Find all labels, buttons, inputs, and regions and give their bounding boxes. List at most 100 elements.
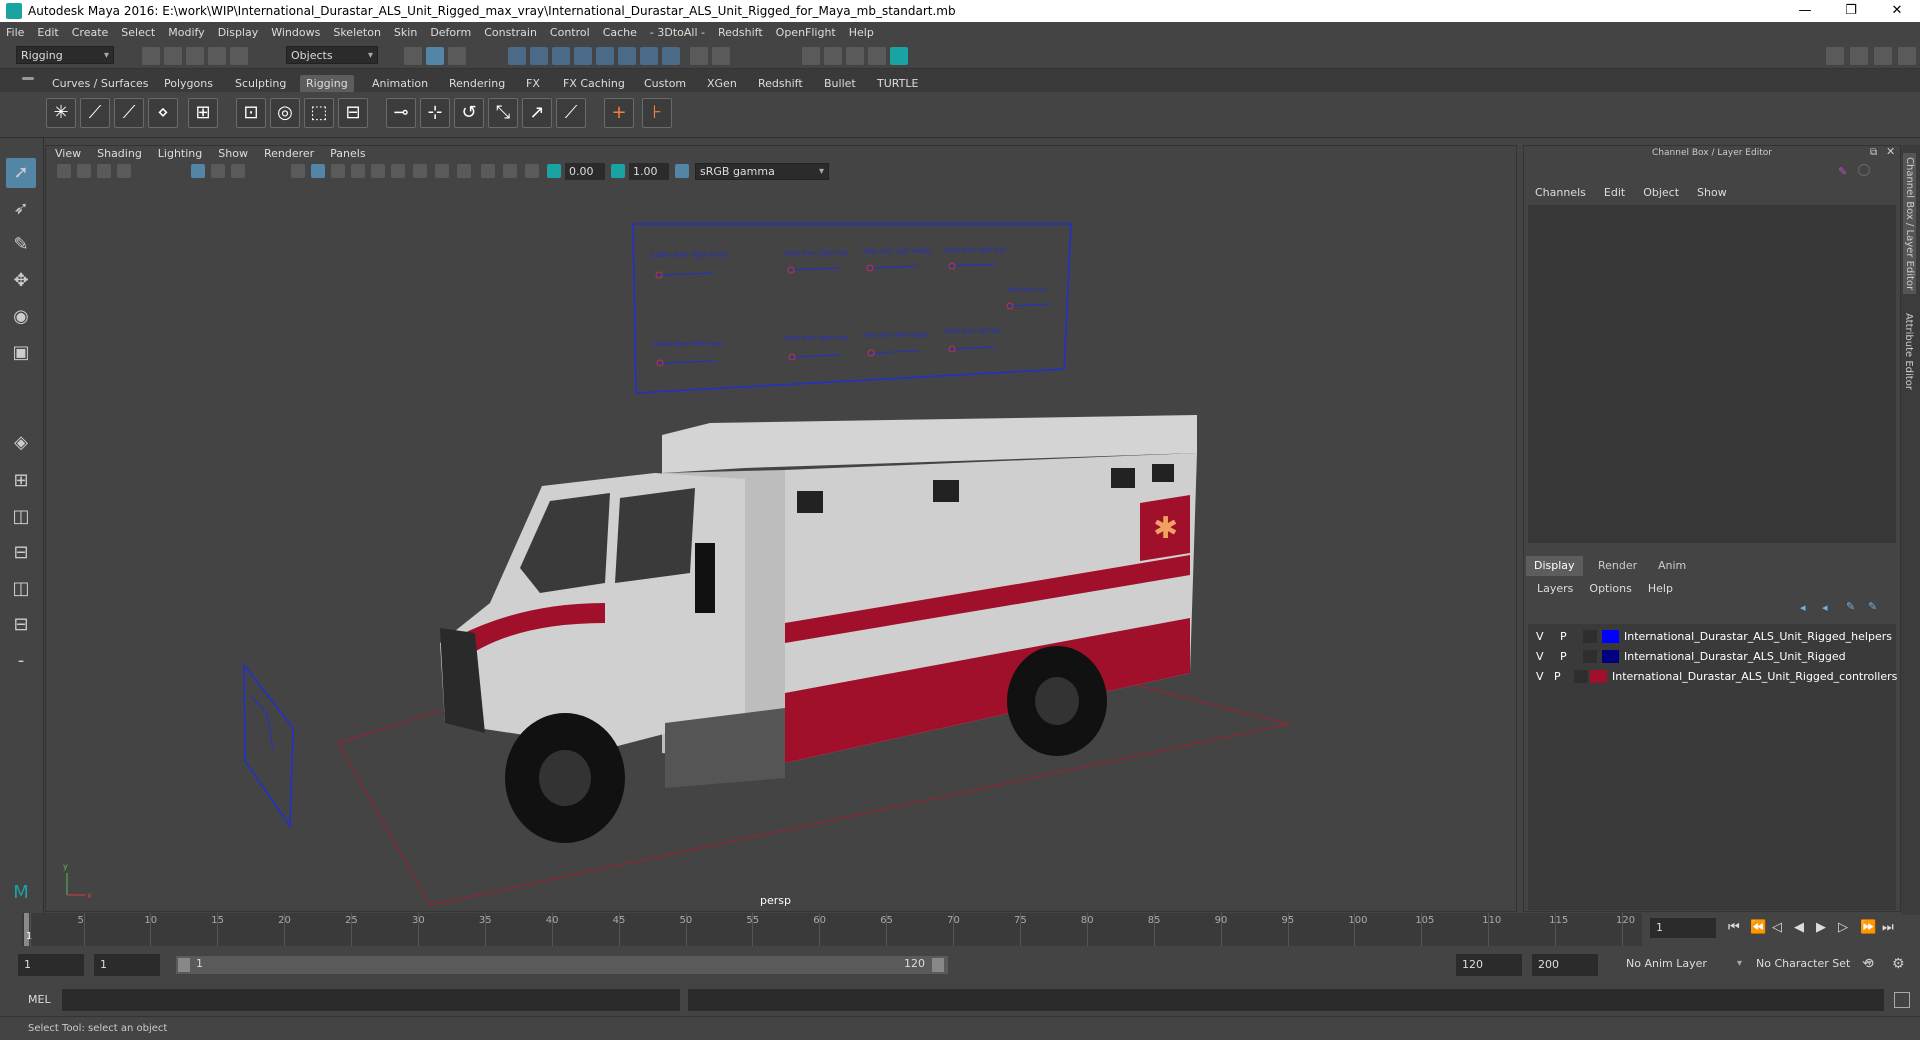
layer-menu-layers[interactable]: Layers bbox=[1537, 582, 1573, 595]
menuset-dropdown[interactable]: Rigging bbox=[16, 46, 114, 65]
exposure-field[interactable]: 0.00 bbox=[565, 163, 605, 180]
four-view-layout-icon[interactable]: ⊞ bbox=[6, 466, 36, 496]
point-constraint-icon[interactable]: ⊹ bbox=[420, 98, 450, 128]
textured-icon[interactable] bbox=[331, 164, 345, 178]
select-object-icon[interactable] bbox=[426, 47, 444, 65]
color-management-icon[interactable] bbox=[675, 164, 689, 178]
more-layouts-icon[interactable]: - bbox=[6, 646, 36, 676]
vp-menu-renderer[interactable]: Renderer bbox=[264, 147, 314, 160]
snap-projected-icon[interactable] bbox=[574, 47, 592, 65]
select-by-type-icon[interactable] bbox=[712, 47, 730, 65]
step-back-key-icon[interactable]: ⏪ bbox=[1750, 920, 1766, 935]
shelf-menu-icon[interactable] bbox=[22, 77, 34, 80]
tab-fx-caching[interactable]: FX Caching bbox=[557, 75, 631, 92]
layer-playback-toggle[interactable]: P bbox=[1560, 650, 1567, 663]
persp-hypershade-layout-icon[interactable]: ◫ bbox=[6, 574, 36, 604]
current-frame-field[interactable]: 1 bbox=[1650, 918, 1716, 938]
maximize-button[interactable]: ❐ bbox=[1828, 0, 1874, 22]
cb-menu-show[interactable]: Show bbox=[1697, 186, 1727, 199]
new-scene-icon[interactable] bbox=[142, 47, 160, 65]
anim-end-field[interactable]: 120 bbox=[1456, 954, 1522, 976]
go-to-start-icon[interactable]: ⏮ bbox=[1728, 920, 1740, 935]
menu-skeleton[interactable]: Skeleton bbox=[333, 26, 381, 39]
render-frame-icon[interactable] bbox=[824, 47, 842, 65]
menu-constrain[interactable]: Constrain bbox=[484, 26, 537, 39]
ik-handle-icon[interactable]: ⟋ bbox=[80, 98, 110, 128]
viewport-scene[interactable]: Cabin door right front Body door right f… bbox=[45, 183, 1517, 912]
snap-grid-icon[interactable] bbox=[508, 47, 526, 65]
aim-constraint-icon[interactable]: ↗ bbox=[522, 98, 552, 128]
xray-joints-icon[interactable] bbox=[525, 164, 539, 178]
play-forwards-icon[interactable]: ▶ bbox=[1816, 920, 1826, 935]
resolution-gate-icon[interactable] bbox=[231, 164, 245, 178]
step-back-frame-icon[interactable]: ◁ bbox=[1772, 920, 1782, 935]
control-slider-body-front-left[interactable] bbox=[789, 354, 842, 358]
camera-icon[interactable] bbox=[57, 164, 71, 178]
time-slider[interactable]: 1 51015202530354045505560657075808590951… bbox=[22, 913, 1642, 946]
control-slider-cab-front-right[interactable] bbox=[656, 272, 714, 276]
tab-rendering[interactable]: Rendering bbox=[443, 75, 511, 92]
script-editor-icon[interactable] bbox=[1894, 992, 1910, 1008]
move-tool-icon[interactable]: ✥ bbox=[6, 266, 36, 296]
smooth-shade-icon[interactable] bbox=[311, 164, 325, 178]
cb-menu-edit[interactable]: Edit bbox=[1604, 186, 1625, 199]
tab-custom[interactable]: Custom bbox=[638, 75, 692, 92]
vp-menu-panels[interactable]: Panels bbox=[330, 147, 365, 160]
orient-constraint-icon[interactable]: ↺ bbox=[454, 98, 484, 128]
shadows-icon[interactable] bbox=[371, 164, 385, 178]
persp-outliner-layout-icon[interactable]: ◫ bbox=[6, 502, 36, 532]
snap-view-plane-icon[interactable] bbox=[596, 47, 614, 65]
make-live-icon[interactable] bbox=[618, 47, 636, 65]
tab-animation[interactable]: Animation bbox=[366, 75, 434, 92]
rotate-tool-icon[interactable]: ◉ bbox=[6, 302, 36, 332]
open-scene-icon[interactable] bbox=[164, 47, 182, 65]
layer-row[interactable]: V P International_Durastar_ALS_Unit_Rigg… bbox=[1528, 627, 1896, 646]
layer-row[interactable]: V P International_Durastar_ALS_Unit_Rigg… bbox=[1528, 647, 1896, 666]
cb-menu-object[interactable]: Object bbox=[1643, 186, 1679, 199]
menu-display[interactable]: Display bbox=[218, 26, 259, 39]
menu-edit[interactable]: Edit bbox=[37, 26, 58, 39]
vp-menu-shading[interactable]: Shading bbox=[97, 147, 142, 160]
close-button[interactable]: ✕ bbox=[1874, 0, 1920, 22]
select-tool-icon[interactable]: ➚ bbox=[6, 158, 36, 188]
minimize-button[interactable]: — bbox=[1782, 0, 1828, 22]
snap-curve-icon[interactable] bbox=[530, 47, 548, 65]
tab-polygons[interactable]: Polygons bbox=[158, 75, 219, 92]
cb-menu-channels[interactable]: Channels bbox=[1535, 186, 1586, 199]
exposure-icon[interactable] bbox=[547, 164, 561, 178]
layer-color-swatch[interactable] bbox=[1602, 650, 1619, 663]
color-space-dropdown[interactable]: sRGB gamma bbox=[695, 163, 829, 180]
auto-key-icon[interactable]: ⟲ bbox=[1862, 956, 1874, 972]
control-slider-body-rear-left[interactable] bbox=[949, 346, 996, 350]
film-gate-icon[interactable] bbox=[211, 164, 225, 178]
gamma-field[interactable]: 1.00 bbox=[629, 163, 669, 180]
scene-start-field[interactable]: 1 bbox=[18, 954, 84, 976]
hypershade-icon[interactable] bbox=[890, 47, 908, 65]
scene-end-field[interactable]: 200 bbox=[1532, 954, 1598, 976]
single-perspective-layout-icon[interactable]: ◈ bbox=[6, 428, 36, 458]
select-component-icon[interactable] bbox=[448, 47, 466, 65]
layer-display-type[interactable] bbox=[1574, 670, 1588, 683]
camera-attributes-icon[interactable] bbox=[77, 164, 91, 178]
lattice-icon[interactable]: ⬚ bbox=[304, 98, 334, 128]
save-scene-icon[interactable] bbox=[186, 47, 204, 65]
menu-help[interactable]: Help bbox=[849, 26, 874, 39]
vp-menu-show[interactable]: Show bbox=[218, 147, 248, 160]
layer-playback-toggle[interactable]: P bbox=[1554, 670, 1561, 683]
tab-sculpting[interactable]: Sculpting bbox=[229, 75, 292, 92]
ambient-occlusion-icon[interactable] bbox=[391, 164, 405, 178]
range-end-handle[interactable] bbox=[932, 958, 944, 972]
layer-visibility-toggle[interactable]: V bbox=[1536, 650, 1544, 663]
select-hierarchy-icon[interactable] bbox=[404, 47, 422, 65]
layer-visibility-toggle[interactable]: V bbox=[1536, 630, 1544, 643]
wireframe-icon[interactable] bbox=[291, 164, 305, 178]
menu-control[interactable]: Control bbox=[550, 26, 590, 39]
side-tab-channel-box[interactable]: Channel Box / Layer Editor bbox=[1903, 153, 1916, 295]
cluster-icon[interactable]: ⊡ bbox=[236, 98, 266, 128]
xray-icon[interactable] bbox=[503, 164, 517, 178]
layer-menu-help[interactable]: Help bbox=[1648, 582, 1673, 595]
gamma-icon[interactable] bbox=[611, 164, 625, 178]
side-tab-attribute-editor[interactable]: Attribute Editor bbox=[1903, 313, 1914, 390]
channel-box-lock-icon[interactable] bbox=[1858, 164, 1870, 176]
symmetry-icon[interactable] bbox=[640, 47, 658, 65]
